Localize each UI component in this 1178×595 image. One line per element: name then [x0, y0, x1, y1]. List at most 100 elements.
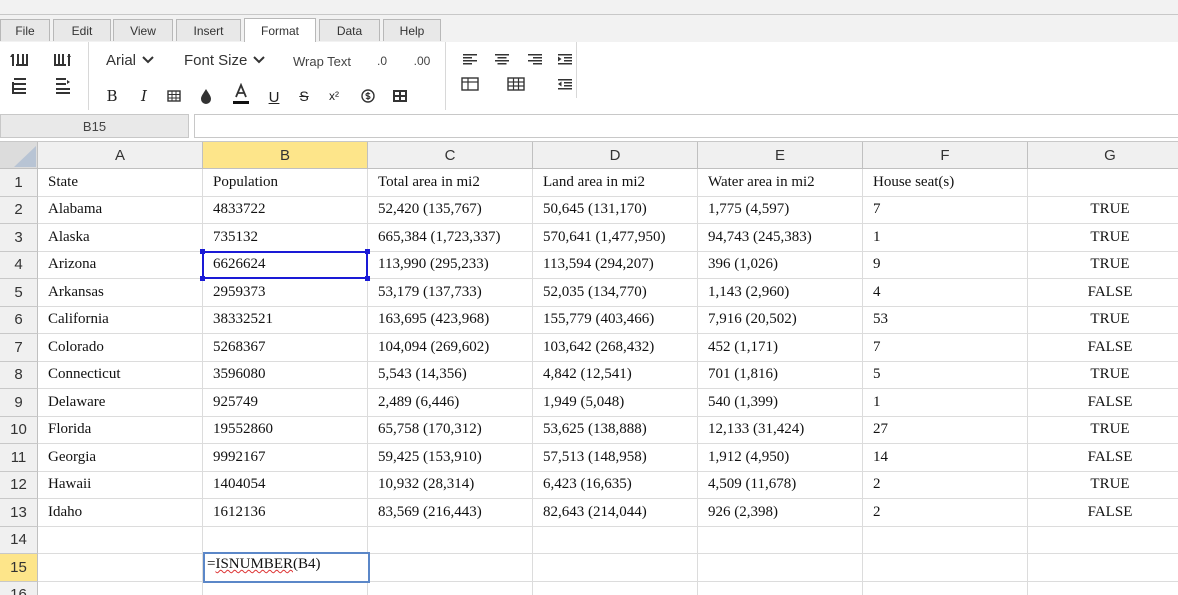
cell-a5[interactable]: Arkansas — [38, 279, 203, 307]
cell-a2[interactable]: Alabama — [38, 196, 203, 224]
decrease-decimal-button[interactable]: .0 — [372, 52, 392, 70]
cell-e4[interactable]: 396 (1,026) — [698, 251, 863, 279]
cell-d12[interactable]: 6,423 (16,635) — [533, 471, 698, 499]
column-header-a[interactable]: A — [38, 142, 203, 169]
cell-d7[interactable]: 103,642 (268,432) — [533, 334, 698, 362]
superscript-button[interactable]: x² — [324, 86, 344, 106]
cell-b6[interactable]: 38332521 — [203, 306, 368, 334]
cell-f16[interactable] — [863, 581, 1028, 595]
cell-f3[interactable]: 1 — [863, 224, 1028, 252]
cell-f13[interactable]: 2 — [863, 499, 1028, 527]
row-header-2[interactable]: 2 — [0, 196, 38, 224]
cell-e2[interactable]: 1,775 (4,597) — [698, 196, 863, 224]
cell-e16[interactable] — [698, 581, 863, 595]
formula-input[interactable] — [194, 114, 1178, 138]
insert-row-icon[interactable] — [8, 74, 32, 96]
align-center-icon[interactable] — [492, 50, 512, 68]
selection-handle[interactable] — [200, 248, 205, 254]
cell-g5[interactable]: FALSE — [1028, 279, 1178, 307]
selection-handle[interactable] — [200, 276, 205, 281]
font-color-icon[interactable] — [230, 82, 252, 106]
cell-g1[interactable] — [1028, 169, 1178, 197]
cell-editor[interactable]: =ISNUMBER(B4) — [203, 552, 370, 583]
row-header-13[interactable]: 13 — [0, 499, 38, 527]
indent-icon[interactable] — [555, 50, 575, 68]
cell-e13[interactable]: 926 (2,398) — [698, 499, 863, 527]
cell-e15[interactable] — [698, 554, 863, 582]
cell-a15[interactable] — [38, 554, 203, 582]
column-header-d[interactable]: D — [533, 142, 698, 169]
cell-f9[interactable]: 1 — [863, 389, 1028, 417]
cell-a10[interactable]: Florida — [38, 416, 203, 444]
cell-a7[interactable]: Colorado — [38, 334, 203, 362]
cell-g8[interactable]: TRUE — [1028, 362, 1178, 389]
cell-d3[interactable]: 570,641 (1,477,950) — [533, 224, 698, 252]
cell-c16[interactable] — [368, 581, 533, 595]
cell-g7[interactable]: FALSE — [1028, 334, 1178, 362]
menu-tab-edit[interactable]: Edit — [53, 19, 111, 41]
menu-tab-help[interactable]: Help — [383, 19, 441, 41]
strikethrough-button[interactable]: S — [294, 86, 314, 106]
cell-c1[interactable]: Total area in mi2 — [368, 169, 533, 197]
cell-a3[interactable]: Alaska — [38, 224, 203, 252]
cell-c10[interactable]: 65,758 (170,312) — [368, 416, 533, 444]
cell-a1[interactable]: State — [38, 169, 203, 197]
cell-g3[interactable]: TRUE — [1028, 224, 1178, 252]
cell-b10[interactable]: 19552860 — [203, 416, 368, 444]
cell-e14[interactable] — [698, 526, 863, 554]
menu-tab-file[interactable]: File — [0, 19, 50, 41]
menu-tab-insert[interactable]: Insert — [176, 19, 241, 41]
align-right-icon[interactable] — [525, 50, 545, 68]
cell-e10[interactable]: 12,133 (31,424) — [698, 416, 863, 444]
row-header-14[interactable]: 14 — [0, 526, 38, 554]
cell-c9[interactable]: 2,489 (6,446) — [368, 389, 533, 417]
cell-g4[interactable]: TRUE — [1028, 252, 1178, 279]
cell-c4[interactable]: 113,990 (295,233) — [368, 251, 533, 279]
cell-b7[interactable]: 5268367 — [203, 334, 368, 362]
row-header-11[interactable]: 11 — [0, 444, 38, 472]
cell-f6[interactable]: 53 — [863, 306, 1028, 334]
cell-b12[interactable]: 1404054 — [203, 471, 368, 499]
selection-handle[interactable] — [365, 276, 370, 281]
row-header-7[interactable]: 7 — [0, 334, 38, 362]
cell-f12[interactable]: 2 — [863, 471, 1028, 499]
cell-d6[interactable]: 155,779 (403,466) — [533, 306, 698, 334]
cell-f15[interactable] — [863, 554, 1028, 582]
row-header-3[interactable]: 3 — [0, 224, 38, 252]
font-size-dropdown[interactable]: Font Size — [184, 52, 266, 69]
cell-a8[interactable]: Connecticut — [38, 361, 203, 389]
cell-g13[interactable]: FALSE — [1028, 499, 1178, 527]
cell-a14[interactable] — [38, 526, 203, 554]
cell-a11[interactable]: Georgia — [38, 444, 203, 472]
menu-tab-view[interactable]: View — [113, 19, 173, 41]
cell-e8[interactable]: 701 (1,816) — [698, 361, 863, 389]
cell-g10[interactable]: TRUE — [1028, 417, 1178, 444]
cell-c6[interactable]: 163,695 (423,968) — [368, 306, 533, 334]
cell-e12[interactable]: 4,509 (11,678) — [698, 471, 863, 499]
align-left-icon[interactable] — [460, 50, 480, 68]
cell-c14[interactable] — [368, 526, 533, 554]
cell-b3[interactable]: 735132 — [203, 224, 368, 252]
cell-g16[interactable] — [1028, 582, 1178, 595]
cell-c11[interactable]: 59,425 (153,910) — [368, 444, 533, 472]
font-name-dropdown[interactable]: Arial — [106, 52, 154, 69]
cell-d13[interactable]: 82,643 (214,044) — [533, 499, 698, 527]
cell-e5[interactable]: 1,143 (2,960) — [698, 279, 863, 307]
row-header-5[interactable]: 5 — [0, 279, 38, 307]
insert-table-icon[interactable] — [506, 74, 526, 94]
underline-button[interactable]: U — [264, 86, 284, 108]
cell-g15[interactable] — [1028, 554, 1178, 582]
cell-e7[interactable]: 452 (1,171) — [698, 334, 863, 362]
cell-c7[interactable]: 104,094 (269,602) — [368, 334, 533, 362]
cell-d10[interactable]: 53,625 (138,888) — [533, 416, 698, 444]
cell-g9[interactable]: FALSE — [1028, 389, 1178, 417]
cell-d9[interactable]: 1,949 (5,048) — [533, 389, 698, 417]
increase-decimal-button[interactable]: .00 — [410, 52, 434, 70]
cell-f5[interactable]: 4 — [863, 279, 1028, 307]
cell-e6[interactable]: 7,916 (20,502) — [698, 306, 863, 334]
currency-format-icon[interactable] — [358, 86, 378, 106]
cell-c5[interactable]: 53,179 (137,733) — [368, 279, 533, 307]
cell-a6[interactable]: California — [38, 306, 203, 334]
cell-f2[interactable]: 7 — [863, 196, 1028, 224]
cell-a13[interactable]: Idaho — [38, 499, 203, 527]
